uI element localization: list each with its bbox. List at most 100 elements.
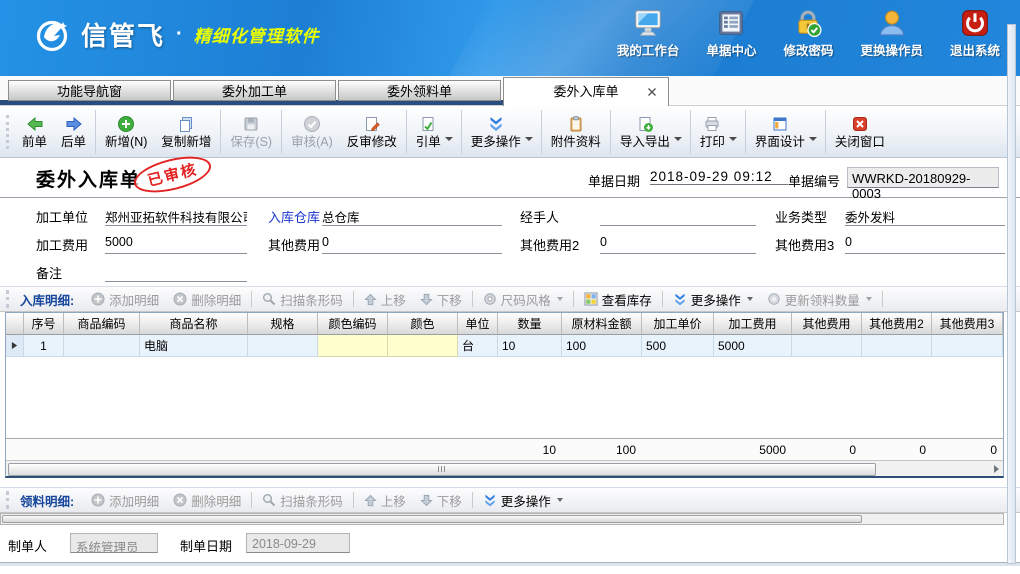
col-other-fee3[interactable]: 其他费用3 [932, 313, 1003, 335]
make-date-field: 2018-09-29 [246, 533, 350, 553]
inbound-detail-label: 入库明细: [20, 290, 74, 309]
dropdown-caret-icon[interactable] [729, 137, 737, 141]
toolbar-grip[interactable] [6, 115, 9, 149]
cell-other-fee[interactable] [792, 335, 862, 357]
warehouse-field[interactable]: 总仓库 [322, 207, 502, 226]
toolbar-separator [573, 291, 574, 307]
cell-process-price[interactable]: 500 [642, 335, 714, 357]
col-color-code[interactable]: 颜色编码 [318, 313, 388, 335]
scan-barcode-button: 扫描条形码 [255, 491, 350, 510]
cell-color-code[interactable] [318, 335, 388, 357]
process-fee-field[interactable]: 5000 [105, 235, 247, 254]
more-actions-button[interactable]: 更多操作 [464, 113, 528, 151]
cell-color[interactable] [388, 335, 458, 357]
cell-process-fee[interactable]: 5000 [714, 335, 792, 357]
processor-field[interactable]: 郑州亚拓软件科技有限公司 [105, 207, 247, 226]
tab-outsource-material[interactable]: 委外领料单 [338, 80, 501, 101]
handler-field[interactable] [600, 207, 756, 226]
other-fee3-field[interactable]: 0 [845, 235, 1005, 254]
nav-exit-system[interactable]: 退出系统 [950, 9, 1000, 59]
handler-label: 经手人 [520, 207, 559, 226]
col-other-fee[interactable]: 其他费用 [792, 313, 862, 335]
material-horizontal-scrollbar[interactable] [0, 513, 1004, 525]
dropdown-caret-icon[interactable] [445, 137, 453, 141]
other-fee-field[interactable]: 0 [322, 235, 502, 254]
window-bottom-edge [0, 562, 1020, 566]
warehouse-label[interactable]: 入库仓库 [268, 207, 320, 226]
print-button[interactable]: 打印 [693, 113, 732, 151]
delete-circle-icon [173, 292, 187, 306]
app-logo: 信管飞 · 精细化管理软件 [34, 16, 320, 53]
toolbar-grip[interactable] [6, 290, 9, 308]
double-chevron-down-icon [483, 493, 497, 508]
col-spec[interactable]: 规格 [248, 313, 318, 335]
col-seq[interactable]: 序号 [24, 313, 64, 335]
nav-change-password[interactable]: 修改密码 [783, 9, 833, 59]
nav-my-workspace[interactable]: 我的工作台 [617, 9, 680, 59]
scrollbar-thumb[interactable] [2, 515, 862, 523]
more-actions-button[interactable]: 更多操作 [476, 491, 570, 510]
pull-doc-button[interactable]: 引单 [409, 113, 448, 151]
page-title: 委外入库单 [36, 165, 141, 192]
col-process-price[interactable]: 加工单价 [642, 313, 714, 335]
col-other-fee2[interactable]: 其他费用2 [862, 313, 932, 335]
new-button[interactable]: 新增(N) [98, 113, 154, 151]
other-fee2-field[interactable]: 0 [600, 235, 756, 254]
app-title-separator: · [176, 23, 183, 46]
copy-new-button[interactable]: 复制新增 [154, 113, 218, 151]
cell-other-fee3[interactable] [932, 335, 1003, 357]
cell-material-amount[interactable]: 100 [562, 335, 642, 357]
cell-spec[interactable] [248, 335, 318, 357]
cell-item-code[interactable] [64, 335, 140, 357]
toolbar-grip[interactable] [6, 491, 9, 509]
attachment-button[interactable]: 附件资料 [544, 113, 608, 151]
cell-unit[interactable]: 台 [458, 335, 498, 357]
col-process-fee[interactable]: 加工费用 [714, 313, 792, 335]
tab-outsource-process[interactable]: 委外加工单 [173, 80, 336, 101]
print-group: 打印 [693, 106, 743, 157]
nav-switch-operator[interactable]: 更换操作员 [860, 9, 923, 59]
scrollbar-right-arrow-icon[interactable] [994, 465, 999, 473]
toolbar-separator [610, 110, 611, 154]
prev-doc-button[interactable]: 前单 [15, 113, 54, 151]
col-unit[interactable]: 单位 [458, 313, 498, 335]
summary-color-code [318, 438, 388, 460]
col-qty[interactable]: 数量 [498, 313, 562, 335]
tab-outsource-inbound[interactable]: 委外入库单 [503, 77, 669, 106]
doc-date-field[interactable]: 2018-09-29 09:12 [650, 169, 788, 185]
col-item-code[interactable]: 商品编码 [64, 313, 140, 335]
col-material-amount[interactable]: 原材料金额 [562, 313, 642, 335]
ui-design-button[interactable]: 界面设计 [748, 113, 812, 151]
tab-close-icon[interactable] [647, 87, 657, 97]
tab-function-nav[interactable]: 功能导航窗 [8, 80, 171, 101]
more-actions-button[interactable]: 更多操作 [666, 290, 760, 309]
add-circle-icon [91, 292, 105, 306]
audited-stamp: 已审核 [130, 150, 214, 199]
dropdown-caret-icon[interactable] [674, 137, 682, 141]
add-icon [117, 115, 135, 133]
scrollbar-thumb[interactable] [8, 463, 876, 476]
next-doc-button[interactable]: 后单 [54, 113, 93, 151]
unaudit-button[interactable]: 反审修改 [340, 113, 404, 151]
nav-document-center[interactable]: 单据中心 [706, 9, 756, 59]
cell-item-name[interactable]: 电脑 [140, 335, 248, 357]
close-window-button[interactable]: 关闭窗口 [828, 113, 892, 151]
close-window-icon [851, 115, 869, 133]
col-item-name[interactable]: 商品名称 [140, 313, 248, 335]
cell-other-fee2[interactable] [862, 335, 932, 357]
import-export-button[interactable]: 导入导出 [613, 113, 677, 151]
remark-field[interactable] [105, 263, 247, 282]
business-type-field[interactable]: 委外发料 [845, 207, 1005, 226]
cell-seq[interactable]: 1 [24, 335, 64, 357]
col-color[interactable]: 颜色 [388, 313, 458, 335]
grid-horizontal-scrollbar[interactable] [6, 460, 1003, 476]
vertical-scrollbar[interactable] [1007, 24, 1016, 564]
dropdown-caret-icon[interactable] [525, 137, 533, 141]
remark-label: 备注 [36, 263, 62, 282]
dropdown-caret-icon[interactable] [809, 137, 817, 141]
view-stock-button[interactable]: 查看库存 [577, 290, 659, 309]
cell-qty[interactable]: 10 [498, 335, 562, 357]
dropdown-caret-icon[interactable] [747, 297, 753, 301]
dropdown-caret-icon[interactable] [557, 498, 563, 502]
grid-header-row: 序号 商品编码 商品名称 规格 颜色编码 颜色 单位 数量 原材料金额 加工单价… [6, 313, 1003, 335]
